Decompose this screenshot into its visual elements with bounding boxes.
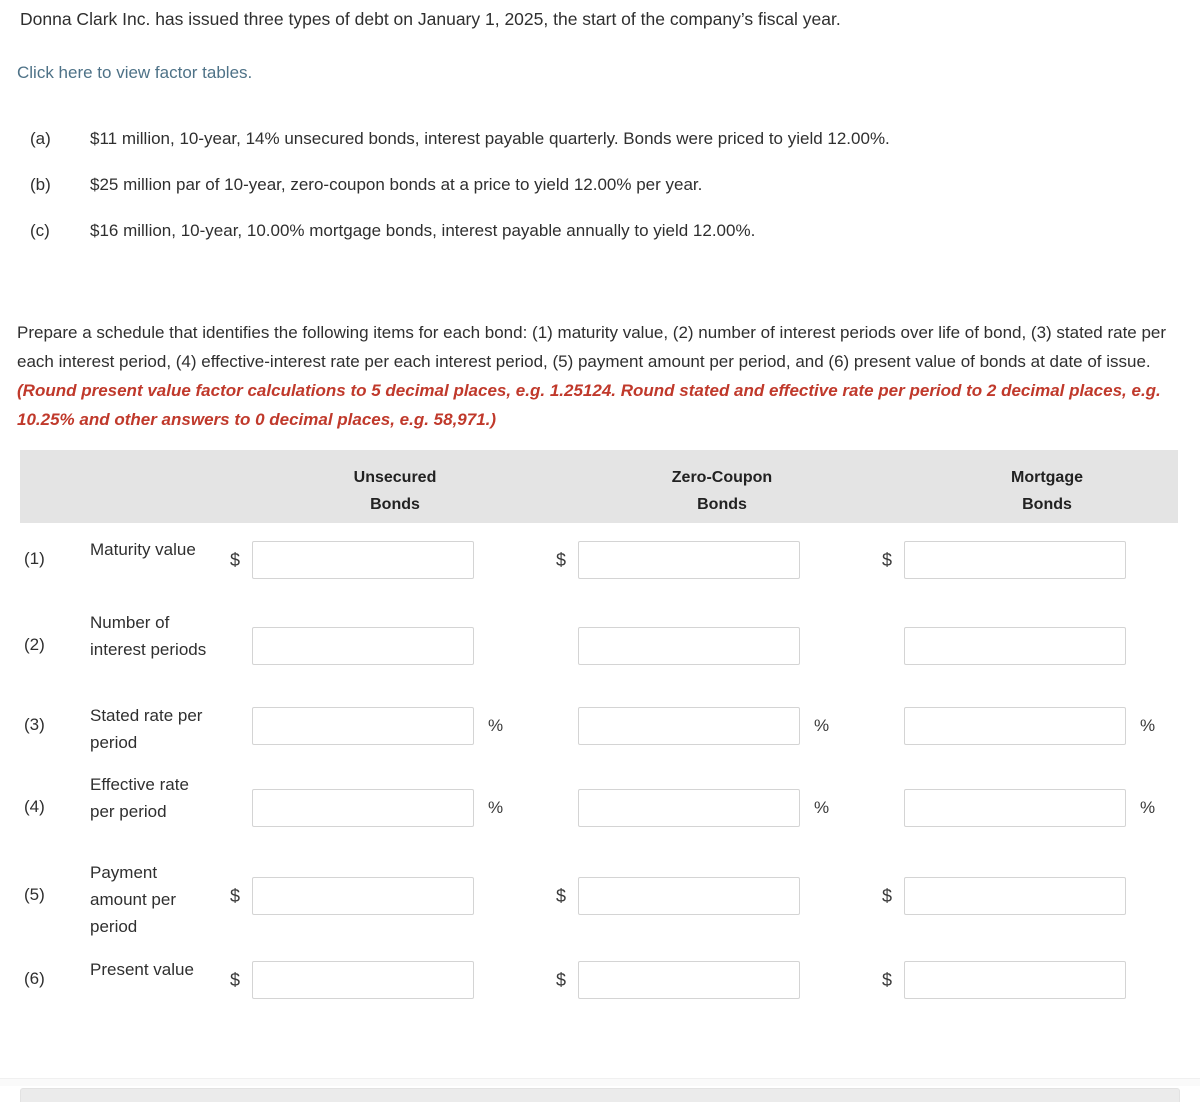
input-present-value-mortgage[interactable] <box>904 961 1126 999</box>
column-header-line1: Mortgage <box>1011 469 1083 486</box>
column-header-line1: Zero-Coupon <box>671 469 773 486</box>
percent-sign-icon: % <box>814 798 830 817</box>
list-item: (a) $11 million, 10-year, 14% unsecured … <box>0 126 1180 151</box>
column-header-line2: Bonds <box>697 496 747 513</box>
row-number: (6) <box>24 969 45 988</box>
input-maturity-value-zero-coupon[interactable] <box>578 541 800 579</box>
table-row: (2) Number of interest periods <box>20 601 1178 689</box>
debt-item-text: $16 million, 10-year, 10.00% mortgage bo… <box>90 221 756 240</box>
debt-item-text: $11 million, 10-year, 14% unsecured bond… <box>90 129 890 148</box>
column-header-line2: Bonds <box>1022 496 1072 513</box>
row-label: Effective rate per period <box>90 775 189 821</box>
dollar-sign-icon: $ <box>882 969 893 990</box>
cell-stated-rate-unsecured: % <box>230 707 508 745</box>
dollar-sign-icon: $ <box>556 969 567 990</box>
column-header-zero-coupon-bonds: Zero-Coupon Bonds <box>587 464 857 518</box>
exercise-page: Donna Clark Inc. has issued three types … <box>0 0 1200 1102</box>
row-label: Number of interest periods <box>90 613 207 659</box>
factor-tables-link[interactable]: Click here to view factor tables. <box>17 60 252 86</box>
input-interest-periods-zero-coupon[interactable] <box>578 627 800 665</box>
table-row: (4) Effective rate per period % % % <box>20 767 1178 855</box>
row-number: (5) <box>24 885 45 904</box>
debt-item-text: $25 million par of 10-year, zero-coupon … <box>90 175 703 194</box>
cell-interest-periods-unsecured <box>230 627 508 665</box>
table-row: (6) Present value $ $ $ <box>20 943 1178 1021</box>
column-header-line1: Unsecured <box>353 469 437 486</box>
dollar-sign-icon: $ <box>556 549 567 570</box>
bond-schedule-table: Unsecured Bonds Zero-Coupon Bonds Mortga… <box>20 450 1178 1021</box>
percent-sign-icon: % <box>1140 716 1156 735</box>
dollar-sign-icon: $ <box>556 885 567 906</box>
cell-effective-rate-mortgage: % <box>882 789 1160 827</box>
column-header-line2: Bonds <box>370 496 420 513</box>
input-payment-amount-unsecured[interactable] <box>252 877 474 915</box>
cell-maturity-value-zero-coupon: $ <box>556 541 834 579</box>
row-number: (1) <box>24 549 45 568</box>
input-stated-rate-mortgage[interactable] <box>904 707 1126 745</box>
cell-payment-amount-zero-coupon: $ <box>556 877 834 915</box>
debt-item-letter: (c) <box>30 221 50 240</box>
cell-payment-amount-unsecured: $ <box>230 877 508 915</box>
percent-sign-icon: % <box>488 798 504 817</box>
row-number: (2) <box>24 635 45 654</box>
list-item: (c) $16 million, 10-year, 10.00% mortgag… <box>0 218 1180 243</box>
footer-panel <box>20 1088 1180 1102</box>
cell-interest-periods-zero-coupon <box>556 627 834 665</box>
column-header-mortgage-bonds: Mortgage Bonds <box>912 464 1182 518</box>
cell-present-value-unsecured: $ <box>230 961 508 999</box>
input-effective-rate-zero-coupon[interactable] <box>578 789 800 827</box>
row-number: (4) <box>24 797 45 816</box>
dollar-sign-icon: $ <box>230 549 241 570</box>
input-payment-amount-zero-coupon[interactable] <box>578 877 800 915</box>
input-effective-rate-unsecured[interactable] <box>252 789 474 827</box>
page-footer-divider <box>0 1078 1200 1086</box>
percent-sign-icon: % <box>814 716 830 735</box>
input-effective-rate-mortgage[interactable] <box>904 789 1126 827</box>
dollar-sign-icon: $ <box>882 549 893 570</box>
row-label: Payment amount per period <box>90 863 176 936</box>
cell-effective-rate-zero-coupon: % <box>556 789 834 827</box>
dollar-sign-icon: $ <box>230 969 241 990</box>
list-item: (b) $25 million par of 10-year, zero-cou… <box>0 172 1180 197</box>
dollar-sign-icon: $ <box>230 885 241 906</box>
percent-sign-icon: % <box>1140 798 1156 817</box>
cell-payment-amount-mortgage: $ <box>882 877 1160 915</box>
input-interest-periods-unsecured[interactable] <box>252 627 474 665</box>
cell-present-value-mortgage: $ <box>882 961 1160 999</box>
row-label: Maturity value <box>90 540 196 559</box>
input-maturity-value-unsecured[interactable] <box>252 541 474 579</box>
cell-interest-periods-mortgage <box>882 627 1160 665</box>
cell-present-value-zero-coupon: $ <box>556 961 834 999</box>
table-row: (3) Stated rate per period % % % <box>20 689 1178 767</box>
debt-item-letter: (a) <box>30 129 51 148</box>
input-interest-periods-mortgage[interactable] <box>904 627 1126 665</box>
instruction-paragraph: Prepare a schedule that identifies the f… <box>17 318 1169 434</box>
input-stated-rate-unsecured[interactable] <box>252 707 474 745</box>
percent-sign-icon: % <box>488 716 504 735</box>
input-payment-amount-mortgage[interactable] <box>904 877 1126 915</box>
input-stated-rate-zero-coupon[interactable] <box>578 707 800 745</box>
input-maturity-value-mortgage[interactable] <box>904 541 1126 579</box>
row-label: Present value <box>90 960 194 979</box>
input-present-value-unsecured[interactable] <box>252 961 474 999</box>
instruction-main-text: Prepare a schedule that identifies the f… <box>17 323 1167 371</box>
problem-statement: Donna Clark Inc. has issued three types … <box>20 9 841 29</box>
row-number: (3) <box>24 715 45 734</box>
cell-stated-rate-zero-coupon: % <box>556 707 834 745</box>
row-label: Stated rate per period <box>90 706 203 752</box>
table-header-row: Unsecured Bonds Zero-Coupon Bonds Mortga… <box>20 450 1178 523</box>
cell-stated-rate-mortgage: % <box>882 707 1160 745</box>
dollar-sign-icon: $ <box>882 885 893 906</box>
cell-maturity-value-unsecured: $ <box>230 541 508 579</box>
cell-effective-rate-unsecured: % <box>230 789 508 827</box>
debt-item-list: (a) $11 million, 10-year, 14% unsecured … <box>0 126 1180 264</box>
input-present-value-zero-coupon[interactable] <box>578 961 800 999</box>
table-row: (1) Maturity value $ $ $ <box>20 523 1178 601</box>
table-row: (5) Payment amount per period $ $ $ <box>20 855 1178 943</box>
cell-maturity-value-mortgage: $ <box>882 541 1160 579</box>
instruction-rounding-note: (Round present value factor calculations… <box>17 381 1161 429</box>
column-header-unsecured-bonds: Unsecured Bonds <box>260 464 530 518</box>
debt-item-letter: (b) <box>30 175 51 194</box>
